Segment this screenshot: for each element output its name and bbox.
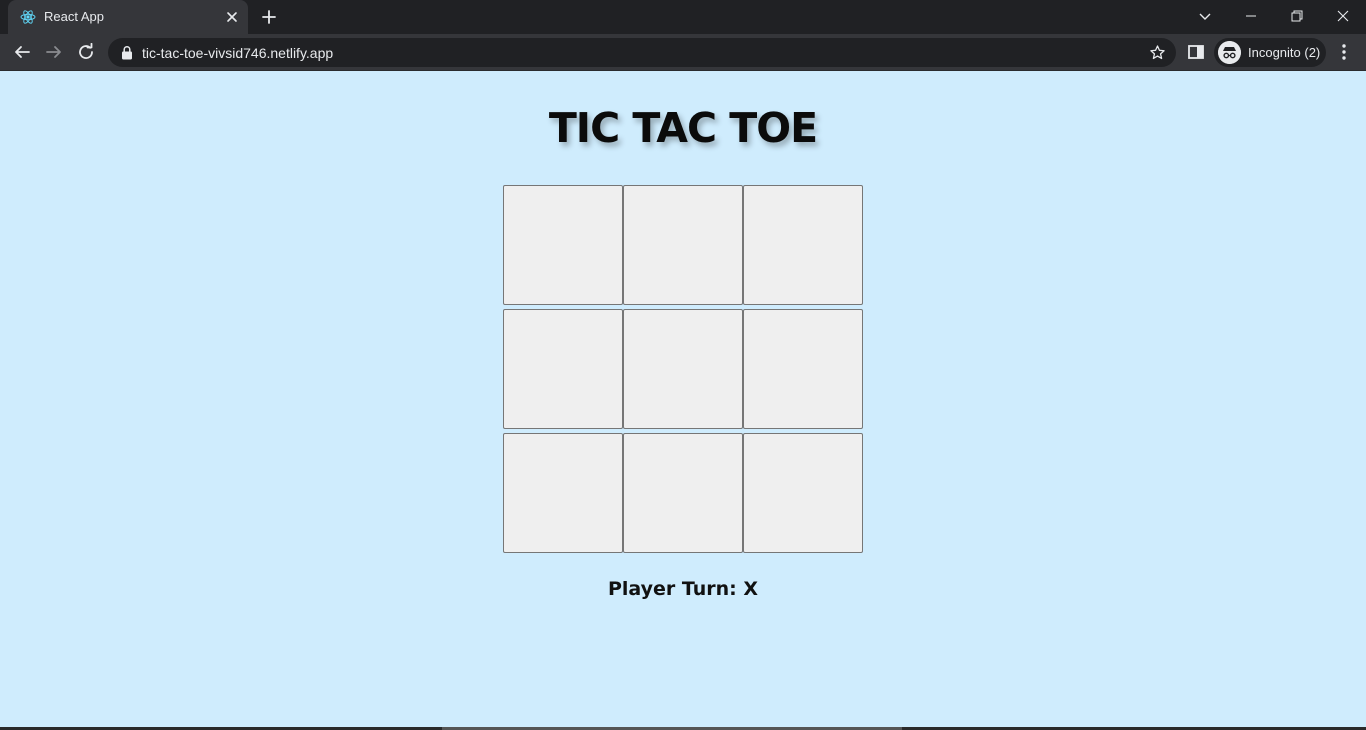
browser-tab[interactable]: React App bbox=[8, 0, 248, 34]
incognito-icon bbox=[1218, 41, 1241, 64]
board-cell-6[interactable] bbox=[503, 433, 623, 553]
star-icon[interactable] bbox=[1149, 44, 1166, 61]
board-cell-0[interactable] bbox=[503, 185, 623, 305]
new-tab-icon[interactable] bbox=[260, 8, 278, 26]
tab-search-button[interactable] bbox=[1182, 0, 1228, 32]
incognito-profile-button[interactable]: Incognito (2) bbox=[1214, 38, 1326, 67]
page-content: TIC TAC TOE Player Turn: X bbox=[0, 71, 1366, 730]
game-title: TIC TAC TOE bbox=[548, 104, 818, 152]
url-text[interactable]: tic-tac-toe-vivsid746.netlify.app bbox=[142, 45, 333, 61]
restore-button[interactable] bbox=[1274, 0, 1320, 32]
forward-arrow-icon bbox=[46, 46, 61, 58]
incognito-label: Incognito (2) bbox=[1248, 45, 1321, 60]
close-icon bbox=[1337, 10, 1349, 22]
browser-tab-strip: React App bbox=[0, 0, 1366, 34]
restore-icon bbox=[1291, 10, 1303, 22]
browser-toolbar: tic-tac-toe-vivsid746.netlify.app Incogn… bbox=[0, 34, 1366, 71]
back-button[interactable] bbox=[10, 40, 34, 64]
close-window-button[interactable] bbox=[1320, 0, 1366, 32]
board-cell-5[interactable] bbox=[743, 309, 863, 429]
reload-icon bbox=[79, 43, 93, 59]
board-cell-8[interactable] bbox=[743, 433, 863, 553]
tab-title: React App bbox=[44, 9, 104, 24]
side-panel-icon[interactable] bbox=[1187, 43, 1205, 61]
board-cell-4[interactable] bbox=[623, 309, 743, 429]
kebab-menu-icon[interactable] bbox=[1336, 42, 1352, 62]
forward-button[interactable] bbox=[42, 40, 66, 64]
board-cell-7[interactable] bbox=[623, 433, 743, 553]
close-tab-icon[interactable] bbox=[224, 9, 240, 25]
minimize-button[interactable] bbox=[1228, 0, 1274, 32]
reload-button[interactable] bbox=[74, 40, 98, 64]
board-cell-3[interactable] bbox=[503, 309, 623, 429]
minimize-icon bbox=[1246, 15, 1256, 17]
game-board bbox=[503, 185, 863, 553]
lock-icon[interactable] bbox=[120, 45, 134, 60]
react-logo-icon bbox=[20, 10, 36, 24]
board-cell-1[interactable] bbox=[623, 185, 743, 305]
back-arrow-icon bbox=[15, 46, 30, 58]
address-bar[interactable]: tic-tac-toe-vivsid746.netlify.app bbox=[108, 38, 1176, 67]
board-cell-2[interactable] bbox=[743, 185, 863, 305]
chevron-down-icon bbox=[1199, 13, 1211, 20]
player-turn-status: Player Turn: X bbox=[607, 578, 759, 600]
